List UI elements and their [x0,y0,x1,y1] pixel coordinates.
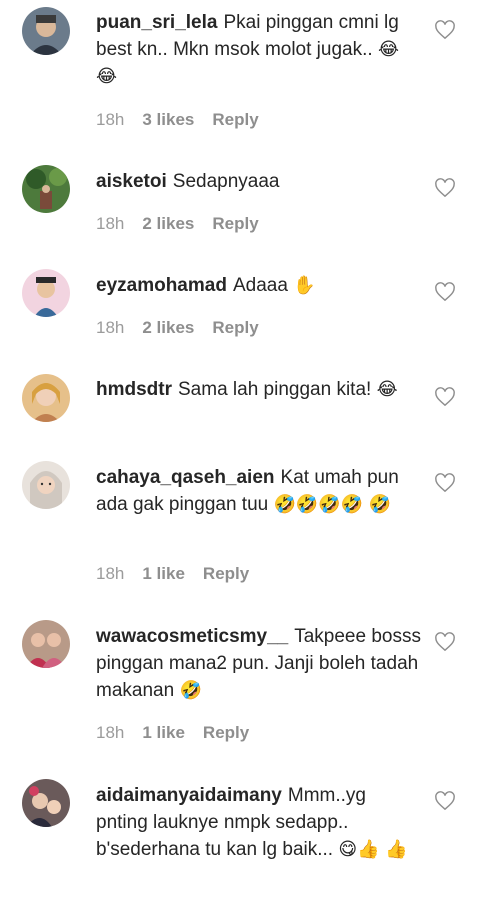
comment-text: Sedapnyaaa [172,171,280,192]
comment-username[interactable]: wawacosmeticsmy__ [96,626,288,647]
avatar[interactable] [22,779,70,827]
comment-time: 18h [96,723,125,742]
comment-likes[interactable]: 2 likes [142,318,194,338]
reply-button[interactable]: Reply [212,214,258,234]
heart-outline-icon[interactable] [434,20,456,40]
comment-body: aidaimanyaidaimany Mmm..yg pnting lauknye… [96,782,421,863]
comment-username[interactable]: aisketoi [96,171,167,192]
comment-body: wawacosmeticsmy__ Takpeee bosss pinggan m… [96,623,421,704]
comment-time: 18h [96,214,125,233]
comment-username[interactable]: cahaya_qaseh_aien [96,467,275,488]
avatar[interactable] [22,165,70,213]
avatar[interactable] [22,461,70,509]
comment-time: 18h [96,564,125,583]
comment-likes[interactable]: 1 like [142,723,185,743]
comment-meta: 18h 1 like Reply [96,723,249,743]
comment-body: cahaya_qaseh_aien Kat umah pun ada gak pi… [96,464,421,518]
comment-emoji: 😋👍 👍 [338,839,408,860]
comment-time: 18h [96,318,125,337]
comment-username[interactable]: aidaimanyaidaimany [96,785,282,806]
avatar[interactable] [22,7,70,55]
comment-body: eyzamohamad Adaaa ✋ [96,272,421,299]
comment-text: Sama lah pinggan kita! [178,379,372,400]
comment-text: Adaaa [232,275,288,296]
comment-time: 18h [96,110,125,129]
heart-outline-icon[interactable] [434,178,456,198]
comment-emoji: 🤣🤣🤣🤣 🤣 [273,494,392,515]
comment-username[interactable]: puan_sri_lela [96,12,217,33]
comment-likes[interactable]: 3 likes [142,110,194,130]
avatar[interactable] [22,374,70,422]
comment-meta: 18h 1 like Reply [96,564,249,584]
comment-username[interactable]: hmdsdtr [96,379,172,400]
reply-button[interactable]: Reply [203,723,249,743]
comment-likes[interactable]: 2 likes [142,214,194,234]
comment-body: puan_sri_lela Pkai pinggan cmni lg best k… [96,9,421,90]
comment-emoji: 😂 [376,379,398,400]
avatar[interactable] [22,620,70,668]
reply-button[interactable]: Reply [212,110,258,130]
comment-body: hmdsdtr Sama lah pinggan kita! 😂 [96,376,421,403]
comment-meta: 18h 2 likes Reply [96,318,259,338]
heart-outline-icon[interactable] [434,282,456,302]
heart-outline-icon[interactable] [434,473,456,493]
reply-button[interactable]: Reply [203,564,249,584]
heart-outline-icon[interactable] [434,632,456,652]
heart-outline-icon[interactable] [434,387,456,407]
heart-outline-icon[interactable] [434,791,456,811]
comment-meta: 18h 3 likes Reply [96,110,259,130]
comment-meta: 18h 2 likes Reply [96,214,259,234]
comment-body: aisketoi Sedapnyaaa [96,168,421,195]
comment-emoji: 🤣 [179,680,202,701]
reply-button[interactable]: Reply [212,318,258,338]
comment-username[interactable]: eyzamohamad [96,275,227,296]
avatar[interactable] [22,269,70,317]
comment-likes[interactable]: 1 like [142,564,185,584]
comment-emoji: ✋ [293,275,316,296]
